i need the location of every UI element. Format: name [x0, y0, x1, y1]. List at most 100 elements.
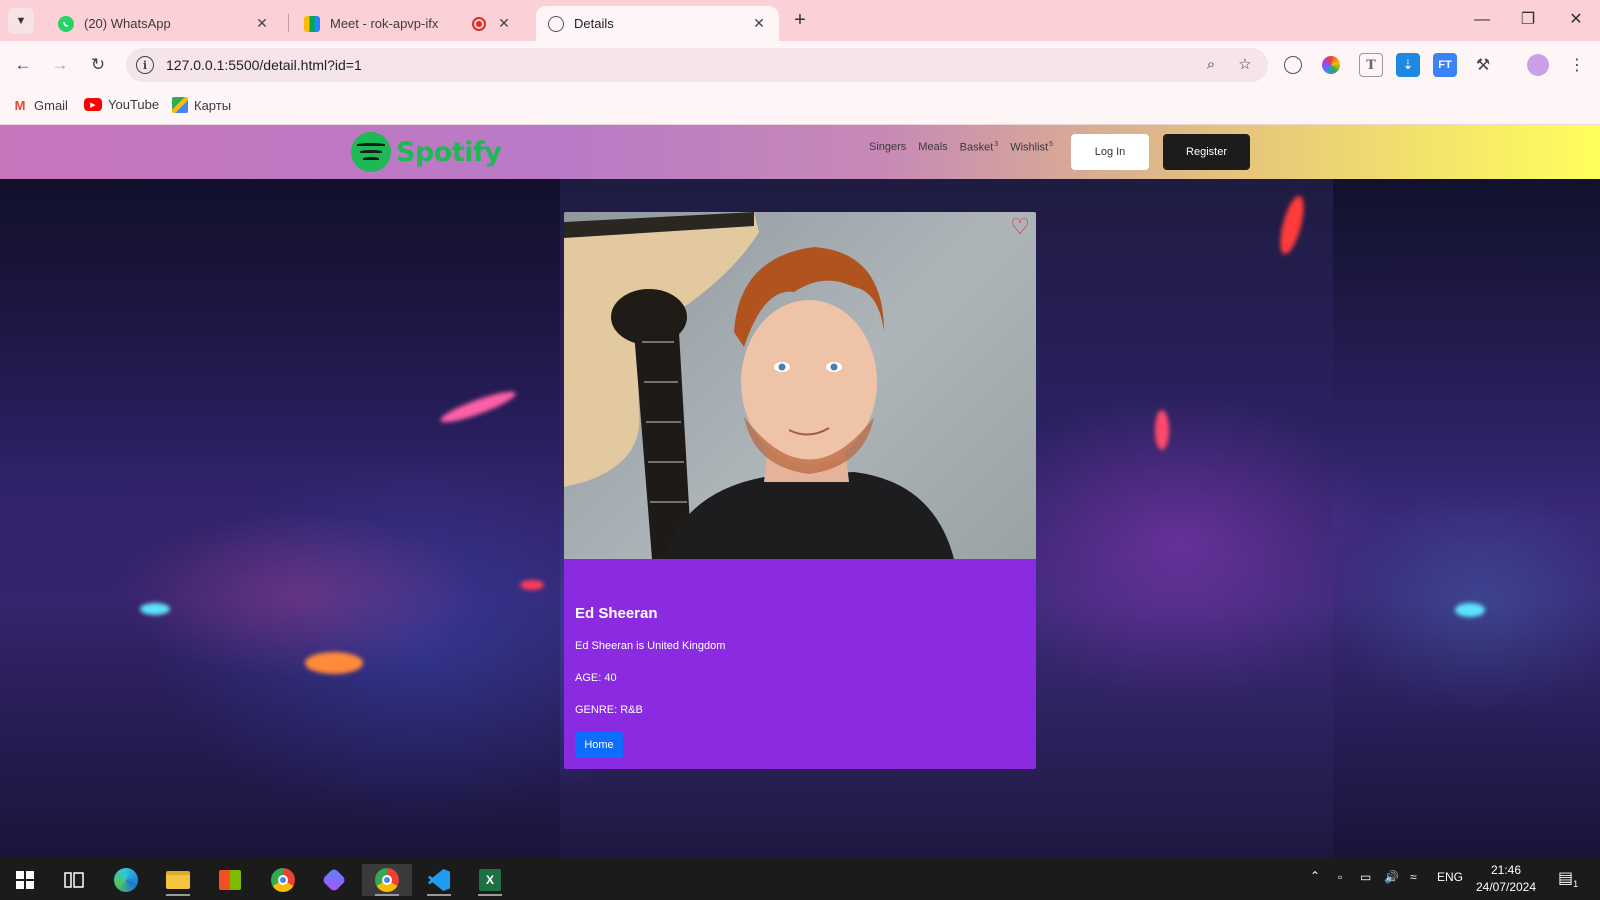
gmail-icon: M: [14, 97, 26, 113]
close-icon[interactable]: ✕: [254, 15, 270, 32]
arrow-left-icon: ←: [14, 55, 32, 74]
extensions-puzzle-icon[interactable]: ⚒: [1471, 53, 1495, 77]
store-app[interactable]: [210, 864, 250, 896]
site-info-icon[interactable]: i: [136, 56, 154, 74]
wishlist-count-badge: 5: [1049, 141, 1053, 148]
artist-age: AGE: 40: [575, 672, 617, 684]
notification-center-icon[interactable]: ▤1: [1558, 868, 1578, 889]
artist-photo: ♡: [564, 212, 1036, 559]
tab-meet[interactable]: Meet - rok-apvp-ifx ✕: [292, 6, 524, 41]
reload-button[interactable]: ↻: [86, 53, 110, 77]
tab-search-button[interactable]: ▼: [8, 8, 34, 34]
page-viewport: Spotify Singers Meals Basket3 Wishlist5 …: [0, 125, 1600, 858]
chrome-icon: [375, 868, 399, 892]
login-button[interactable]: Log In: [1071, 134, 1149, 170]
copilot-app[interactable]: [314, 864, 354, 896]
tab-whatsapp[interactable]: (20) WhatsApp ✕: [46, 6, 282, 41]
vscode-icon: [428, 869, 450, 891]
network-icon[interactable]: ≈: [1410, 870, 1417, 884]
more-menu-icon[interactable]: ⋮: [1565, 53, 1589, 77]
forward-button[interactable]: →: [48, 53, 72, 77]
task-view-button[interactable]: [54, 864, 94, 896]
bookmark-label: Карты: [194, 97, 232, 113]
nav-singers[interactable]: Singers: [869, 141, 906, 154]
artist-description: Ed Sheeran is United Kingdom: [575, 640, 726, 652]
youtube-icon: ▶: [84, 98, 102, 111]
tab-details[interactable]: Details ✕: [536, 6, 779, 41]
light-glow: [1455, 603, 1485, 617]
task-view-icon: [64, 872, 84, 888]
microphone-icon[interactable]: ▫: [1338, 870, 1342, 884]
bookmark-gmail[interactable]: M Gmail: [12, 97, 68, 113]
tray-overflow-icon[interactable]: ⌃: [1310, 869, 1320, 883]
heart-wishlist-icon[interactable]: ♡: [1010, 216, 1030, 238]
artist-name: Ed Sheeran: [575, 605, 658, 622]
logo-text: Spotify: [396, 136, 502, 168]
window-close-button[interactable]: ✕: [1561, 8, 1591, 32]
chrome-icon: [271, 868, 295, 892]
tab-title: Details: [574, 16, 614, 31]
nav-meals[interactable]: Meals: [918, 141, 947, 154]
bookmark-label: YouTube: [108, 97, 160, 112]
chrome-profile-app[interactable]: [362, 864, 412, 896]
notification-count: 1: [1573, 879, 1579, 890]
excel-app[interactable]: X: [470, 864, 510, 896]
register-button[interactable]: Register: [1163, 134, 1250, 170]
copilot-icon: [321, 867, 347, 893]
minimize-button[interactable]: —: [1467, 8, 1497, 32]
edge-app[interactable]: [106, 864, 146, 896]
download-icon[interactable]: ⇣: [1396, 53, 1420, 77]
windows-taskbar: X ⌃ ▫ ▭ 🔊 ≈ ENG 21:46 24/07/2024 ▤1: [0, 858, 1600, 900]
text-extension-icon[interactable]: T: [1359, 53, 1383, 77]
address-bar[interactable]: i 127.0.0.1:5500/detail.html?id=1 ⌕ ☆: [126, 48, 1268, 82]
chevron-down-icon: ▼: [15, 15, 27, 27]
background-dj-mixer-right: [1333, 179, 1600, 858]
reload-icon: ↻: [90, 55, 106, 74]
system-clock[interactable]: 21:46 24/07/2024: [1470, 862, 1542, 896]
browser-tab-strip: ▼ (20) WhatsApp ✕ Meet - rok-apvp-ifx ✕ …: [0, 0, 1600, 41]
translate-icon[interactable]: FT: [1433, 53, 1457, 77]
new-tab-button[interactable]: +: [788, 9, 812, 33]
bookmarks-bar: M Gmail ▶ YouTube Карты: [0, 89, 1600, 125]
spotify-logo[interactable]: Spotify: [351, 132, 502, 172]
tab-title: (20) WhatsApp: [84, 16, 171, 31]
nav-label: Wishlist: [1010, 141, 1049, 154]
close-icon[interactable]: ✕: [496, 15, 512, 32]
color-picker-icon[interactable]: [1322, 56, 1340, 74]
nav-wishlist[interactable]: Wishlist5: [1010, 141, 1053, 154]
file-explorer-app[interactable]: [158, 864, 198, 896]
extension-dashes-icon[interactable]: [1284, 56, 1302, 74]
whatsapp-icon: [58, 15, 74, 32]
artist-photo-illustration: [564, 212, 954, 559]
windows-logo-icon: [16, 871, 34, 889]
clock-time: 21:46: [1490, 863, 1522, 877]
vscode-app[interactable]: [419, 864, 459, 896]
bookmark-maps[interactable]: Карты: [172, 97, 231, 113]
card-body: Ed Sheeran Ed Sheeran is United Kingdom …: [575, 605, 725, 758]
back-button[interactable]: ←: [11, 53, 35, 77]
battery-icon[interactable]: ▭: [1360, 870, 1371, 884]
start-button[interactable]: [5, 864, 45, 896]
maps-icon: [172, 97, 188, 113]
profile-avatar[interactable]: [1527, 54, 1549, 76]
background-dj-mixer-left: [0, 179, 560, 858]
restore-button[interactable]: ❐: [1513, 8, 1543, 32]
chrome-app[interactable]: [263, 864, 303, 896]
url-text[interactable]: 127.0.0.1:5500/detail.html?id=1: [166, 57, 1200, 73]
clock-date: 24/07/2024: [1475, 880, 1537, 894]
volume-icon[interactable]: 🔊: [1384, 870, 1399, 884]
language-indicator[interactable]: ENG: [1437, 870, 1463, 884]
spotify-icon: [351, 132, 391, 172]
nav-label: Meals: [918, 141, 948, 153]
light-glow: [305, 652, 363, 674]
browser-toolbar: ← → ↻ i 127.0.0.1:5500/detail.html?id=1 …: [0, 41, 1600, 89]
home-button[interactable]: Home: [575, 732, 623, 758]
bookmark-youtube[interactable]: ▶ YouTube: [84, 97, 159, 112]
basket-count-badge: 3: [994, 141, 999, 148]
zoom-icon[interactable]: ⌕: [1200, 54, 1222, 76]
nav-basket[interactable]: Basket3: [960, 141, 999, 154]
close-icon[interactable]: ✕: [751, 15, 767, 32]
bookmark-star-icon[interactable]: ☆: [1234, 54, 1256, 76]
recording-icon: [472, 16, 486, 31]
light-glow: [520, 580, 544, 590]
